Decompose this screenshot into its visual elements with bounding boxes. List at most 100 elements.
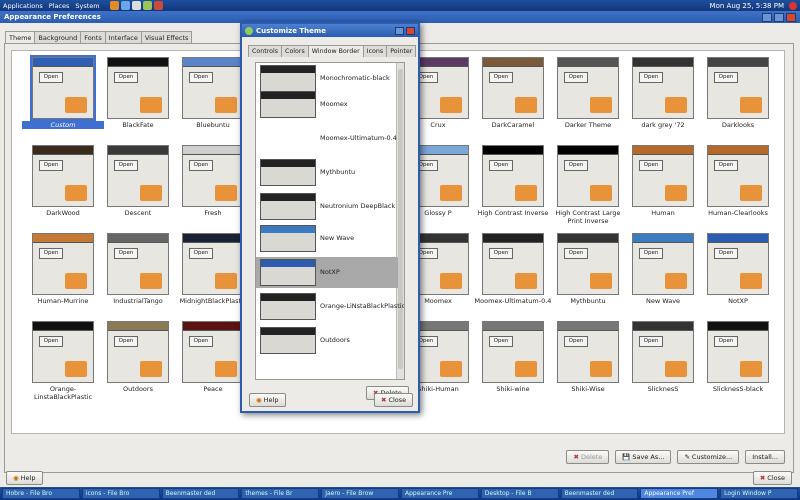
menu-applications[interactable]: Applications [3, 2, 43, 10]
dialog-title: Customize Theme [256, 26, 326, 35]
terminal-icon[interactable] [131, 1, 141, 10]
theme-item[interactable]: Open Shiki-wine [472, 321, 544, 409]
theme-item[interactable]: Open Custom [22, 55, 104, 145]
dialog-titlebar[interactable]: Customize Theme [242, 24, 418, 37]
close-button[interactable]: ✖ Close [752, 471, 792, 485]
theme-preview: Open [557, 57, 619, 119]
border-name: NotXP [320, 268, 340, 276]
theme-name: Moomex-Ultimatum-0.4 [474, 297, 552, 305]
theme-item[interactable]: Open Descent [97, 145, 169, 233]
folder-icon [140, 97, 162, 113]
theme-item[interactable]: Open Peace [172, 321, 244, 409]
theme-item[interactable]: Open High Contrast Inverse [472, 145, 548, 233]
preview-titlebar [633, 322, 693, 331]
theme-item[interactable]: Open Mythbuntu [547, 233, 619, 321]
border-preview [260, 225, 316, 252]
theme-item[interactable]: Open Darklooks [697, 57, 769, 145]
theme-item[interactable]: Open BlackFate [97, 57, 169, 145]
close-icon[interactable] [786, 12, 796, 22]
preview-open-button: Open [714, 336, 738, 347]
border-preview [260, 327, 316, 354]
dialog-tab-colors[interactable]: Colors [281, 45, 309, 57]
gimp-icon[interactable] [142, 1, 152, 10]
theme-item[interactable]: Open Human [622, 145, 694, 233]
folder-icon [740, 97, 762, 113]
theme-item[interactable]: Open MidnightBlackPlastic [172, 233, 246, 321]
dialog-maximize-icon[interactable] [395, 26, 404, 35]
taskbar: Hobre - File Bro icons - File Bro Beenmast… [0, 487, 800, 500]
dialog-tab-pointer[interactable]: Pointer [386, 45, 417, 57]
folder-icon [215, 361, 237, 377]
preview-titlebar [108, 146, 168, 155]
window-border-list[interactable]: Monochromatic-black Moomex Moomex-Ultimatu… [255, 62, 405, 380]
firefox-icon[interactable] [109, 1, 119, 10]
taskbar-button[interactable]: Appearance Pref [640, 488, 719, 499]
theme-item[interactable]: Open Human-Murrine [22, 233, 94, 321]
dialog-tab-icons[interactable]: Icons [362, 45, 388, 57]
install-button[interactable]: Install... [745, 450, 785, 464]
customize-button[interactable]: ✎ Customize... [677, 450, 740, 464]
theme-item[interactable]: Open DarkCaramel [472, 57, 544, 145]
theme-item[interactable]: Open Orange- LinstaBlackPlastic [22, 321, 94, 409]
theme-item[interactable]: Open High Contrast Large Print Inverse [547, 145, 621, 233]
preview-titlebar [708, 58, 768, 67]
theme-item[interactable]: Open Shiki-Wise [547, 321, 619, 409]
minimize-icon[interactable] [762, 12, 772, 22]
taskbar-button[interactable]: themes - File Br [241, 488, 320, 499]
theme-item[interactable]: Open IndustrialTango [97, 233, 169, 321]
window-border-item[interactable]: Neutronium DeepBlack [256, 191, 398, 222]
clock[interactable]: Mon Aug 25, 5:38 PM [710, 2, 784, 10]
preview-open-button: Open [639, 72, 663, 83]
dialog-tab-controls[interactable]: Controls [248, 45, 283, 57]
theme-item[interactable]: Open Human-Clearlooks [697, 145, 769, 233]
window-border-item[interactable]: Mythbuntu [256, 157, 398, 188]
window-border-item[interactable]: Orange-LiNstaBlackPlastic [256, 291, 404, 322]
delete-icon: ✖ [573, 453, 579, 461]
theme-item[interactable]: Open NotXP [697, 233, 769, 321]
taskbar-button[interactable]: Appearance Pre [400, 488, 479, 499]
theme-preview: Open [482, 145, 544, 207]
window-border-item[interactable]: NotXP [256, 257, 398, 288]
window-border-item[interactable]: Outdoors [256, 325, 398, 356]
delete-theme-button[interactable]: ✖ Delete [566, 450, 610, 464]
theme-preview: Open [557, 321, 619, 383]
theme-item[interactable]: Open Moomex-Ultimatum-0.4 [472, 233, 551, 321]
preview-titlebar [633, 146, 693, 155]
power-icon[interactable] [789, 1, 797, 10]
scrollbar-thumb[interactable] [398, 69, 403, 369]
window-border-item[interactable]: Moomex-Ultimatum-0.4 [256, 123, 398, 154]
theme-item[interactable]: Open Bluebuntu [172, 57, 244, 145]
dialog-close-icon[interactable] [406, 26, 415, 35]
theme-item[interactable]: Open Fresh [172, 145, 244, 233]
theme-item[interactable]: Open Outdoors [97, 321, 169, 409]
maximize-icon[interactable] [774, 12, 784, 22]
preview-titlebar [633, 234, 693, 243]
dialog-help-button[interactable]: ◉ Help [249, 393, 286, 407]
taskbar-button[interactable]: Beenmaster ded [560, 488, 639, 499]
preview-open-button: Open [189, 72, 213, 83]
save-as-button[interactable]: 💾 Save As... [615, 450, 672, 464]
help-button[interactable]: ◉ Help [6, 471, 43, 485]
dialog-close-button[interactable]: ✖ Close [374, 393, 414, 407]
theme-item[interactable]: Open DarkWood [22, 145, 94, 233]
dialog-tab-window-border[interactable]: Window Border [307, 45, 364, 57]
taskbar-button[interactable]: Beenmaster ded [161, 488, 240, 499]
media-icon[interactable] [153, 1, 163, 10]
theme-item[interactable]: Open dark grey '72 [622, 57, 694, 145]
menu-system[interactable]: System [75, 2, 99, 10]
theme-item[interactable]: Open Darker Theme [547, 57, 619, 145]
window-border-item[interactable]: New Wave [256, 223, 398, 254]
menu-places[interactable]: Places [49, 2, 70, 10]
taskbar-button[interactable]: Jaero - File Brow [321, 488, 399, 499]
taskbar-button[interactable]: Hobre - File Bro [2, 488, 80, 499]
preview-open-button: Open [639, 336, 663, 347]
taskbar-button[interactable]: icons - File Bro [81, 488, 160, 499]
taskbar-button[interactable]: Desktop - File B [480, 488, 559, 499]
theme-item[interactable]: Open SlicknesS [622, 321, 694, 409]
mail-icon[interactable] [120, 1, 130, 10]
theme-item[interactable]: Open New Wave [622, 233, 694, 321]
window-border-item[interactable]: Moomex [256, 89, 398, 120]
taskbar-button[interactable]: Login Window P [720, 488, 798, 499]
theme-item[interactable]: Open SlicknesS-black [697, 321, 769, 409]
preview-open-button: Open [189, 160, 213, 171]
